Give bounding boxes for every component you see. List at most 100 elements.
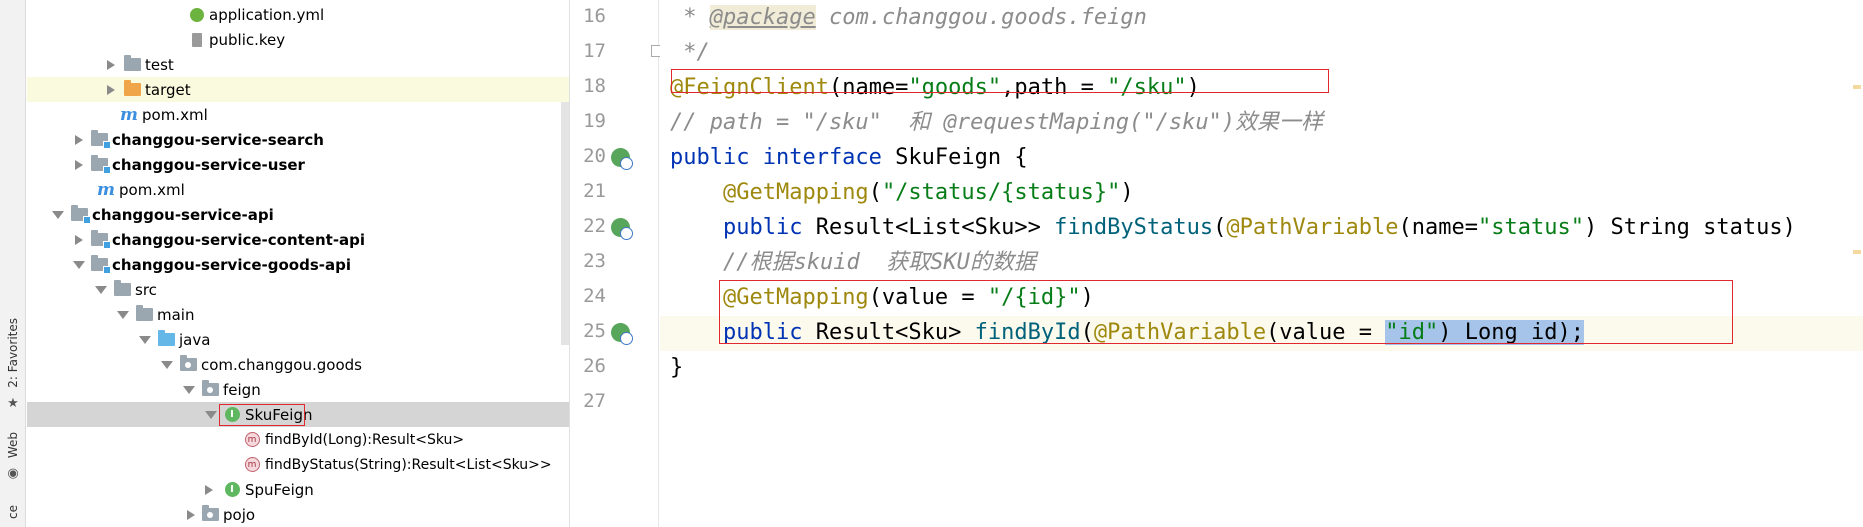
- module-folder-icon: [70, 205, 91, 224]
- module-folder-icon: [90, 255, 111, 274]
- collapse-arrow-icon[interactable]: [52, 210, 64, 219]
- method-icon: m: [243, 457, 261, 473]
- partial-tab[interactable]: ce: [6, 505, 20, 519]
- expand-arrow-icon[interactable]: [75, 134, 83, 145]
- collapse-arrow-icon[interactable]: [117, 310, 129, 319]
- maven-icon: m: [97, 179, 115, 200]
- tool-window-strip: 2: Favorites ★ Web ◉ ce: [0, 0, 26, 527]
- package-icon: [201, 505, 219, 523]
- feignclient-highlight-box: [671, 69, 1329, 93]
- code-line-20: public interface SkuFeign {: [670, 145, 1028, 170]
- tree-item-label: SpuFeign: [245, 480, 314, 499]
- implemented-method-gutter-icon[interactable]: [611, 218, 633, 240]
- tree-item-application-yml[interactable]: application.yml: [27, 2, 569, 27]
- tree-item-label: main: [157, 305, 195, 324]
- line-number: 18: [583, 75, 606, 97]
- expand-arrow-icon[interactable]: [75, 234, 83, 245]
- expand-arrow-icon[interactable]: [107, 84, 115, 95]
- code-line-17: */: [670, 40, 710, 65]
- tree-item-label: pom.xml: [119, 180, 185, 199]
- expand-arrow-icon[interactable]: [107, 59, 115, 70]
- tree-item-main[interactable]: main: [27, 302, 569, 327]
- expand-arrow-icon[interactable]: [205, 484, 213, 495]
- maven-icon: m: [120, 104, 138, 125]
- scroll-marker[interactable]: [1853, 85, 1861, 89]
- tree-item-pom-xml[interactable]: m pom.xml: [27, 177, 569, 202]
- module-folder-icon: [90, 130, 111, 149]
- module-folder-icon: [90, 230, 111, 249]
- tree-item-changgou-service-goods-api[interactable]: changgou-service-goods-api: [27, 252, 569, 277]
- tree-item-src[interactable]: src: [27, 277, 569, 302]
- line-number: 26: [583, 355, 606, 377]
- tree-item-label: com.changgou.goods: [201, 355, 362, 374]
- collapse-arrow-icon[interactable]: [205, 410, 217, 419]
- tree-item-com-changgou-goods[interactable]: com.changgou.goods: [27, 352, 569, 377]
- tree-item-method-findbystatus[interactable]: m findByStatus(String):Result<List<Sku>>: [27, 452, 569, 477]
- key-file-icon: [188, 32, 206, 48]
- tree-item-method-findbyid[interactable]: m findById(Long):Result<Sku>: [27, 427, 569, 452]
- line-number: 24: [583, 285, 606, 307]
- globe-icon: ◉: [7, 465, 19, 481]
- tree-item-changgou-service-api[interactable]: changgou-service-api: [27, 202, 569, 227]
- collapse-arrow-icon[interactable]: [73, 260, 85, 269]
- tree-item-label: changgou-service-goods-api: [112, 255, 352, 274]
- tree-item-changgou-service-user[interactable]: changgou-service-user: [27, 152, 569, 177]
- collapse-arrow-icon[interactable]: [139, 335, 151, 344]
- tree-item-label: target: [145, 80, 191, 99]
- gutter-separator: [658, 0, 659, 527]
- tree-item-label: changgou-service-api: [92, 205, 274, 224]
- tree-item-spufeign[interactable]: I SpuFeign: [27, 477, 569, 502]
- code-line-16: * @package com.changgou.goods.feign: [670, 5, 1147, 30]
- tree-item-test[interactable]: test: [27, 52, 569, 77]
- star-icon: ★: [7, 395, 19, 411]
- tree-item-feign[interactable]: feign: [27, 377, 569, 402]
- line-number: 22: [583, 215, 606, 237]
- package-icon: [201, 380, 219, 398]
- tree-item-pom-xml[interactable]: m pom.xml: [27, 102, 569, 127]
- tree-item-label: test: [145, 55, 174, 74]
- interface-icon: I: [223, 482, 241, 498]
- line-number: 16: [583, 5, 606, 27]
- tree-item-changgou-service-content-api[interactable]: changgou-service-content-api: [27, 227, 569, 252]
- tree-item-label: findById(Long):Result<Sku>: [265, 431, 465, 448]
- code-line-19: // path = "/sku" 和 @requestMaping("/sku"…: [670, 110, 1324, 135]
- implemented-interface-gutter-icon[interactable]: [611, 148, 633, 170]
- tree-item-java[interactable]: java: [27, 327, 569, 352]
- tree-item-label: pom.xml: [142, 105, 208, 124]
- tree-item-changgou-service-search[interactable]: changgou-service-search: [27, 127, 569, 152]
- scroll-marker[interactable]: [1853, 250, 1861, 254]
- line-number: 23: [583, 250, 606, 272]
- collapse-arrow-icon[interactable]: [161, 360, 173, 369]
- collapse-arrow-icon[interactable]: [95, 285, 107, 294]
- collapse-arrow-icon[interactable]: [183, 385, 195, 394]
- folder-icon: [113, 280, 131, 298]
- line-number: 21: [583, 180, 606, 202]
- tree-item-target[interactable]: target: [27, 77, 569, 102]
- expand-arrow-icon[interactable]: [187, 509, 195, 520]
- favorites-tab[interactable]: 2: Favorites: [6, 318, 20, 388]
- tree-item-label: changgou-service-search: [112, 130, 324, 149]
- tree-item-public-key[interactable]: public.key: [27, 27, 569, 52]
- tree-item-label: feign: [223, 380, 261, 399]
- project-tree: application.yml public.key test target m…: [27, 0, 569, 527]
- folder-icon: [123, 55, 141, 73]
- folder-icon: [135, 305, 153, 323]
- findbyid-highlight-box: [719, 280, 1733, 344]
- tree-item-label: src: [135, 280, 157, 299]
- line-number: 25: [583, 320, 606, 342]
- package-icon: [179, 355, 197, 373]
- expand-arrow-icon[interactable]: [75, 159, 83, 170]
- tree-item-label: public.key: [209, 30, 286, 49]
- web-tab[interactable]: Web: [6, 432, 20, 458]
- excluded-folder-icon: [123, 80, 141, 98]
- tree-item-label: application.yml: [209, 5, 325, 24]
- code-line-22: public Result<List<Sku>> findByStatus(@P…: [670, 215, 1796, 240]
- yaml-file-icon: [188, 7, 206, 23]
- line-number: 19: [583, 110, 606, 132]
- tree-item-label: pojo: [223, 505, 256, 524]
- tree-item-pojo[interactable]: pojo: [27, 502, 569, 527]
- source-folder-icon: [157, 330, 175, 348]
- tree-item-label: changgou-service-content-api: [112, 230, 366, 249]
- line-number: 20: [583, 145, 606, 167]
- implemented-method-gutter-icon[interactable]: [611, 323, 633, 345]
